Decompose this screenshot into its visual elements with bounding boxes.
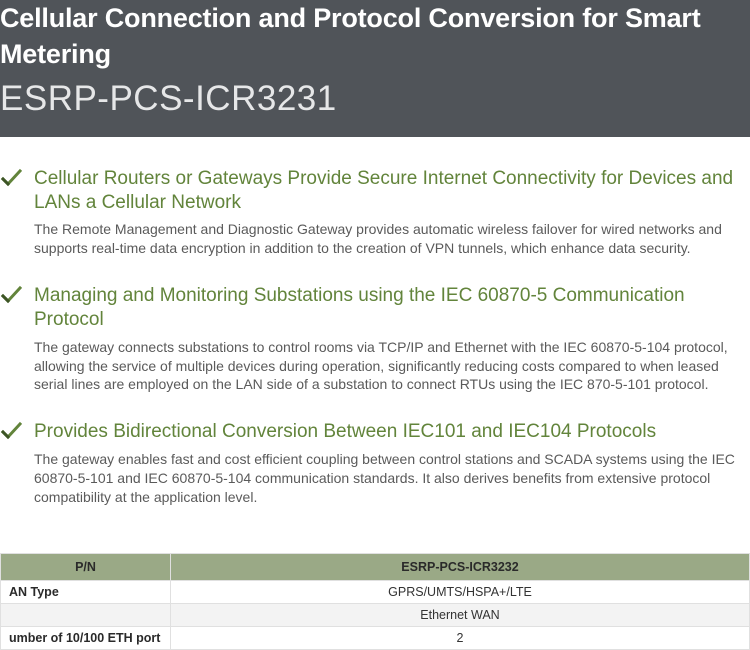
table-row: AN Type GPRS/UMTS/HSPA+/LTE bbox=[1, 580, 750, 603]
table-row: Ethernet WAN bbox=[1, 603, 750, 626]
feature-text: The gateway enables fast and cost effici… bbox=[34, 450, 750, 507]
feature-item: Provides Bidirectional Conversion Betwee… bbox=[0, 420, 750, 506]
table-header-row: P/N ESRP-PCS-ICR3232 bbox=[1, 553, 750, 580]
row-label bbox=[1, 603, 171, 626]
row-label: umber of 10/100 ETH port bbox=[1, 626, 171, 649]
row-value: Ethernet WAN bbox=[171, 603, 750, 626]
product-code: ESRP-PCS-ICR3231 bbox=[0, 79, 750, 119]
feature-body: Cellular Routers or Gateways Provide Sec… bbox=[34, 167, 750, 258]
spec-table: P/N ESRP-PCS-ICR3232 AN Type GPRS/UMTS/H… bbox=[0, 553, 750, 650]
feature-heading: Managing and Monitoring Substations usin… bbox=[34, 284, 750, 332]
row-value: GPRS/UMTS/HSPA+/LTE bbox=[171, 580, 750, 603]
row-label: AN Type bbox=[1, 580, 171, 603]
feature-text: The Remote Management and Diagnostic Gat… bbox=[34, 220, 750, 258]
checkmark-icon bbox=[0, 285, 22, 307]
checkmark-icon bbox=[0, 168, 22, 190]
feature-item: Cellular Routers or Gateways Provide Sec… bbox=[0, 167, 750, 258]
table-row: umber of 10/100 ETH port 2 bbox=[1, 626, 750, 649]
checkmark-icon bbox=[0, 421, 22, 443]
features-section: Cellular Routers or Gateways Provide Sec… bbox=[0, 137, 750, 553]
row-value: 2 bbox=[171, 626, 750, 649]
feature-text: The gateway connects substations to cont… bbox=[34, 338, 750, 395]
table-header-pn: P/N bbox=[1, 553, 171, 580]
table-header-model: ESRP-PCS-ICR3232 bbox=[171, 553, 750, 580]
feature-heading: Cellular Routers or Gateways Provide Sec… bbox=[34, 167, 750, 215]
feature-item: Managing and Monitoring Substations usin… bbox=[0, 284, 750, 394]
feature-heading: Provides Bidirectional Conversion Betwee… bbox=[34, 420, 750, 444]
page-title: Cellular Connection and Protocol Convers… bbox=[0, 0, 750, 79]
hero-banner: Cellular Connection and Protocol Convers… bbox=[0, 0, 750, 137]
feature-body: Provides Bidirectional Conversion Betwee… bbox=[34, 420, 750, 506]
feature-body: Managing and Monitoring Substations usin… bbox=[34, 284, 750, 394]
